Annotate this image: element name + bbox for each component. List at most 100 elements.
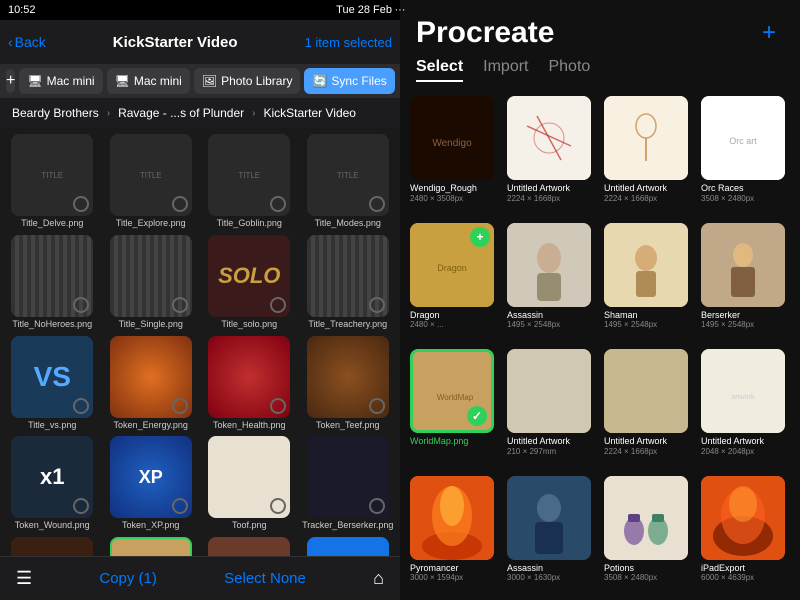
- list-item[interactable]: Title_Single.png: [105, 235, 198, 330]
- file-thumbnail: XP: [110, 436, 192, 518]
- artwork-name: Berserker: [701, 310, 790, 321]
- list-item[interactable]: Title_Treachery.png: [302, 235, 395, 330]
- artwork-item[interactable]: iPadExport 6000 × 4639px: [701, 476, 790, 595]
- status-dots: ···: [395, 4, 401, 16]
- list-item[interactable]: Token_Energy.png: [105, 336, 198, 431]
- artwork-size: 6000 × 4639px: [701, 573, 790, 583]
- home-icon[interactable]: ⌂: [373, 568, 384, 589]
- select-radio[interactable]: [172, 398, 188, 414]
- artwork-item[interactable]: Assassin 1495 × 2548px: [507, 223, 596, 342]
- tab-mac-mini-1[interactable]: 🖥 Mac mini: [19, 68, 102, 94]
- right-panel: Procreate + Select Import Photo Wendigo …: [400, 0, 800, 600]
- file-thumbnail: TITLE: [110, 134, 192, 216]
- artwork-preview: [604, 223, 688, 307]
- tab-photo[interactable]: Photo: [548, 58, 590, 82]
- artwork-preview: [410, 476, 494, 560]
- artwork-item[interactable]: Untitled Artwork 2224 × 1668px: [604, 96, 693, 215]
- photo-icon: 🖼: [202, 74, 217, 88]
- file-thumbnail: TITLE: [208, 134, 290, 216]
- artwork-item[interactable]: Dragon + Dragon 2480 × ...: [410, 223, 499, 342]
- breadcrumb-kickstarter[interactable]: KickStarter Video: [257, 104, 362, 122]
- artwork-item[interactable]: Assassin 3000 × 1630px: [507, 476, 596, 595]
- list-item[interactable]: Wound.png: [203, 537, 296, 556]
- copy-button[interactable]: Copy (1): [99, 570, 157, 587]
- file-name: Title_Treachery.png: [308, 319, 387, 330]
- artwork-preview: [701, 476, 785, 560]
- list-item[interactable]: TITLE Title_Goblin.png: [203, 134, 296, 229]
- add-tab-button[interactable]: +: [6, 69, 15, 93]
- artwork-thumbnail: Orc art: [701, 96, 785, 180]
- left-panel: 10:52 ··· Tue 28 Feb ‹ Back KickStarter …: [0, 0, 400, 600]
- tab-mac-mini-2[interactable]: 🖥 Mac mini: [107, 68, 190, 94]
- list-item[interactable]: TITLE Title_Modes.png: [302, 134, 395, 229]
- nav-title: KickStarter Video: [50, 34, 301, 51]
- back-button[interactable]: ‹ Back: [8, 34, 46, 50]
- artwork-item[interactable]: Untitled Artwork 2224 × 1668px: [604, 349, 693, 468]
- artwork-item[interactable]: Pyromancer 3000 × 1594px: [410, 476, 499, 595]
- select-radio[interactable]: [270, 498, 286, 514]
- list-item[interactable]: VS Title_vs.png: [6, 336, 99, 431]
- artwork-item[interactable]: Orc art Orc Races 3508 × 2480px: [701, 96, 790, 215]
- artwork-item[interactable]: Untitled Artwork 210 × 297mm: [507, 349, 596, 468]
- artwork-item[interactable]: artwork Untitled Artwork 2048 × 2048px: [701, 349, 790, 468]
- select-radio[interactable]: [172, 297, 188, 313]
- list-item[interactable]: Tracker_Card.png: [6, 537, 99, 556]
- artwork-size: 3000 × 1594px: [410, 573, 499, 583]
- select-radio[interactable]: [172, 196, 188, 212]
- file-name: Title_Delve.png: [21, 218, 83, 229]
- list-item[interactable]: Ps Box Art.psd: [302, 537, 395, 556]
- list-item[interactable]: Toof.png: [203, 436, 296, 531]
- select-radio[interactable]: [369, 297, 385, 313]
- artwork-size: 3508 × 2480px: [701, 194, 790, 204]
- tab-sync-files[interactable]: 🔄 Sync Files: [304, 68, 394, 94]
- select-radio[interactable]: [270, 398, 286, 414]
- list-item[interactable]: x1 Token_Wound.png: [6, 436, 99, 531]
- list-item[interactable]: Token_Health.png: [203, 336, 296, 431]
- artwork-name: Wendigo_Rough: [410, 183, 499, 194]
- list-item[interactable]: Token_Teef.png: [302, 336, 395, 431]
- artwork-preview: Wendigo: [410, 96, 494, 180]
- select-radio[interactable]: [369, 498, 385, 514]
- select-radio[interactable]: [369, 398, 385, 414]
- list-item[interactable]: Title_NoHeroes.png: [6, 235, 99, 330]
- list-item[interactable]: Tracker_Berserker.png: [302, 436, 395, 531]
- select-radio[interactable]: [270, 297, 286, 313]
- artwork-info: iPadExport 6000 × 4639px: [701, 563, 790, 583]
- list-item[interactable]: ✓ WorldMap.png: [105, 537, 198, 556]
- artwork-info: Wendigo_Rough 2480 × 3508px: [410, 183, 499, 203]
- breadcrumb-beardy[interactable]: Beardy Brothers: [6, 104, 105, 122]
- select-none-button[interactable]: Select None: [224, 570, 306, 587]
- file-name: Tracker_Berserker.png: [302, 520, 393, 531]
- select-radio[interactable]: [172, 498, 188, 514]
- list-item[interactable]: TITLE Title_Delve.png: [6, 134, 99, 229]
- procreate-header: Procreate +: [400, 0, 800, 58]
- svg-text:Dragon: Dragon: [437, 263, 467, 273]
- artwork-item[interactable]: Potions 3508 × 2480px: [604, 476, 693, 595]
- tab-import[interactable]: Import: [483, 58, 528, 82]
- select-radio[interactable]: [73, 398, 89, 414]
- tab-select[interactable]: Select: [416, 58, 463, 82]
- tab-photo-library[interactable]: 🖼 Photo Library: [194, 68, 301, 94]
- artwork-item[interactable]: WorldMap ✓ WorldMap.png: [410, 349, 499, 468]
- file-thumbnail: [110, 235, 192, 317]
- list-item[interactable]: XP Token_XP.png: [105, 436, 198, 531]
- artwork-size: 1495 × 2548px: [507, 320, 596, 330]
- select-radio[interactable]: [73, 196, 89, 212]
- list-item[interactable]: TITLE Title_Explore.png: [105, 134, 198, 229]
- select-radio[interactable]: [73, 498, 89, 514]
- add-artwork-button[interactable]: +: [754, 18, 784, 48]
- nav-bar: ‹ Back KickStarter Video 1 item selected: [0, 20, 400, 64]
- menu-icon[interactable]: ☰: [16, 568, 32, 589]
- back-label: Back: [15, 34, 46, 50]
- list-item[interactable]: SOLO Title_solo.png: [203, 235, 296, 330]
- artwork-item[interactable]: Shaman 1495 × 2548px: [604, 223, 693, 342]
- breadcrumb-ravage[interactable]: Ravage - ...s of Plunder: [112, 104, 250, 122]
- artwork-item[interactable]: Untitled Artwork 2224 × 1668px: [507, 96, 596, 215]
- file-thumbnail: x1: [11, 436, 93, 518]
- artwork-item[interactable]: Wendigo Wendigo_Rough 2480 × 3508px: [410, 96, 499, 215]
- select-radio[interactable]: [270, 196, 286, 212]
- select-radio[interactable]: [369, 196, 385, 212]
- chevron-left-icon: ‹: [8, 34, 13, 50]
- artwork-item[interactable]: Berserker 1495 × 2548px: [701, 223, 790, 342]
- select-radio[interactable]: [73, 297, 89, 313]
